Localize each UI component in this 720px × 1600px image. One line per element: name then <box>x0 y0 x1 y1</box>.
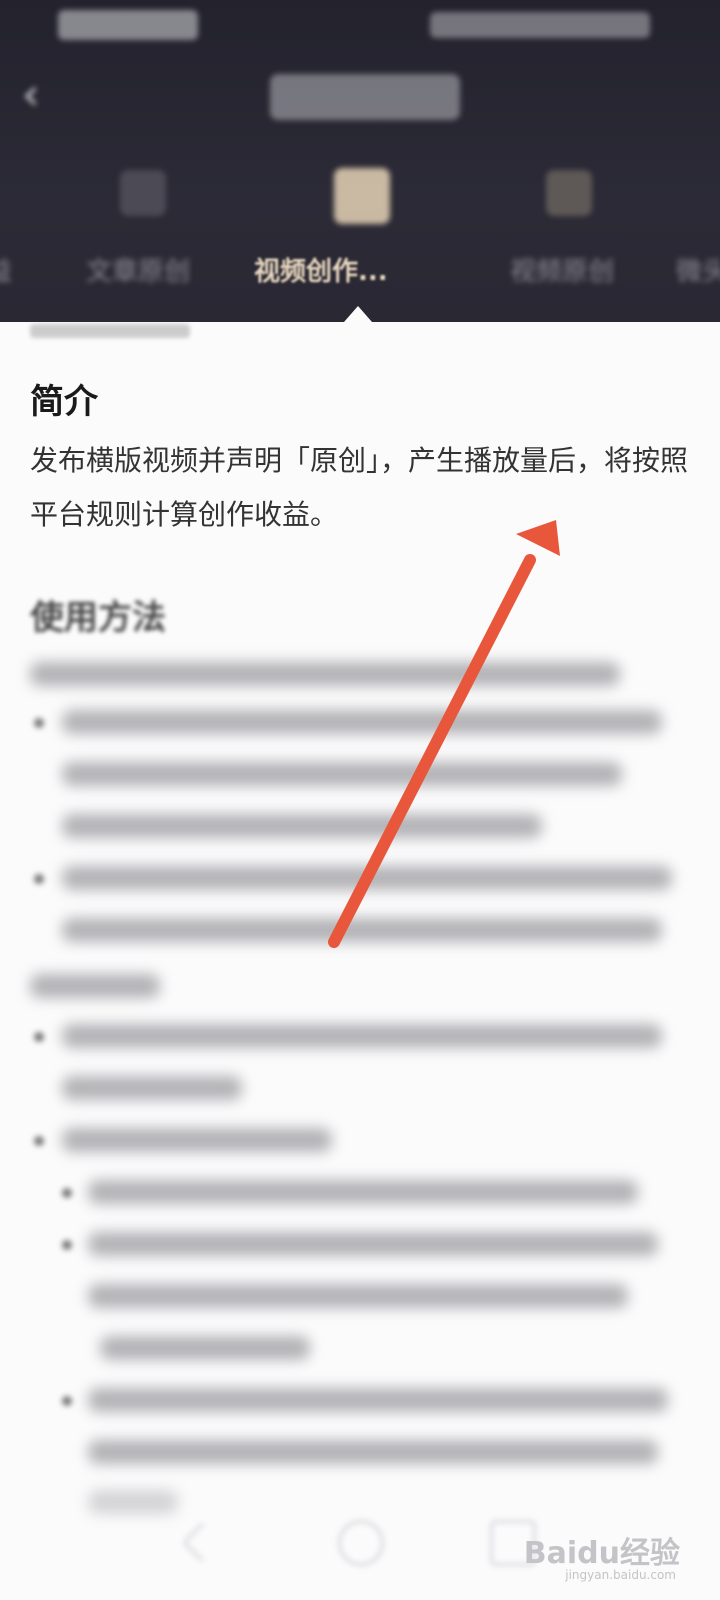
arrow-shaft <box>328 554 536 948</box>
nav-back-icon[interactable] <box>181 1521 224 1564</box>
watermark-url: jingyan.baidu.com <box>565 1568 676 1582</box>
arrow-head <box>516 520 560 556</box>
watermark-logo: Baidu经验 <box>523 1536 680 1571</box>
nav-home-icon[interactable] <box>338 1520 384 1566</box>
annotation-arrow <box>328 520 560 948</box>
